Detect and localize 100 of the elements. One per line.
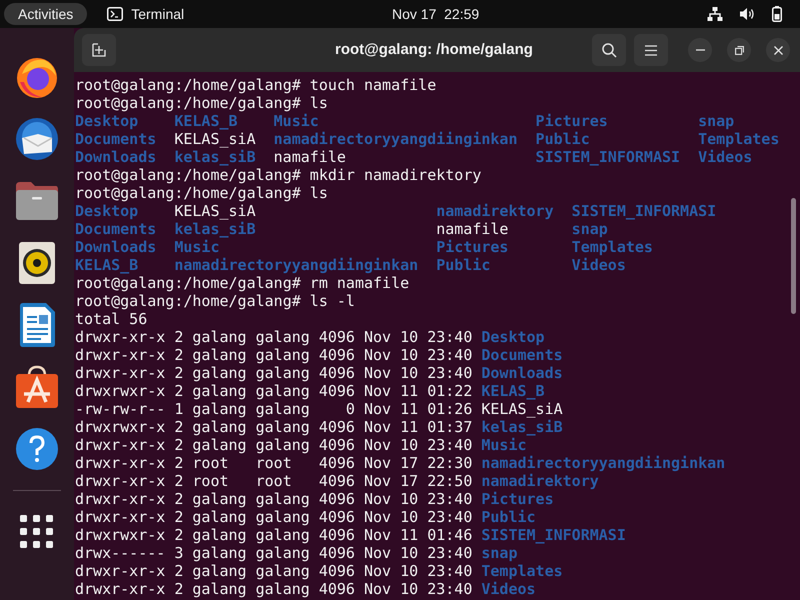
file-name: Pictures (436, 238, 508, 256)
scrollbar[interactable] (791, 198, 796, 314)
prompt-text: root@galang:/home/galang# (75, 76, 301, 94)
file-info: drwxr-xr-x 2 galang galang 4096 Nov 10 23:40 (75, 580, 472, 598)
file-name: namafile (274, 148, 346, 166)
prompt-text: root@galang:/home/galang# (75, 292, 301, 310)
prompt-text: root@galang:/home/galang# (75, 184, 301, 202)
file-name: Videos (698, 148, 752, 166)
file-name: Downloads (75, 238, 156, 256)
file-name: Public (536, 130, 590, 148)
mail-icon[interactable] (14, 116, 60, 162)
new-tab-button[interactable] (82, 34, 116, 66)
file-name: Downloads (481, 364, 563, 382)
file-info: drwxrwxr-x 2 galang galang 4096 Nov 11 01:37 (75, 418, 472, 436)
prompt-text: root@galang:/home/galang# (75, 94, 301, 112)
file-name: Videos (481, 580, 536, 598)
command-text: ls (310, 184, 328, 202)
file-info: drwxrwxr-x 2 galang galang 4096 Nov 11 01:22 (75, 382, 472, 400)
file-info: drwxr-xr-x 2 root root 4096 Nov 17 22:50 (75, 472, 472, 490)
file-info: drwxr-xr-x 2 galang galang 4096 Nov 10 23:40 (75, 490, 472, 508)
app-name: Terminal (131, 4, 184, 24)
command-text: mkdir namadirektory (310, 166, 482, 184)
file-name: KELAS_siA (174, 130, 256, 148)
menu-icon (645, 44, 657, 56)
file-name: snap (572, 220, 608, 238)
search-button[interactable] (592, 34, 626, 66)
close-icon (774, 46, 782, 54)
output-text: total 56 (75, 310, 148, 328)
file-name: Music (481, 436, 527, 454)
file-name: namadirectoryyangdiinginkan (174, 256, 418, 274)
file-name: Videos (572, 256, 626, 274)
file-name: SISTEM_INFORMASI (481, 526, 626, 544)
document-icon[interactable] (18, 302, 56, 348)
maximize-button[interactable] (727, 38, 751, 62)
file-name: Documents (481, 346, 563, 364)
minimize-icon (696, 49, 704, 51)
network-icon[interactable] (707, 7, 723, 21)
volume-icon[interactable] (740, 7, 755, 21)
file-name: SISTEM_INFORMASI (572, 202, 716, 220)
file-name: kelas_siB (174, 148, 256, 166)
file-name: Music (174, 238, 220, 256)
menu-button[interactable] (634, 34, 668, 66)
file-name: snap (698, 112, 734, 130)
file-info: drwxr-xr-x 2 galang galang 4096 Nov 10 23:40 (75, 346, 472, 364)
window-title: root@galang: /home/galang (335, 40, 533, 60)
file-name: namadirektory (481, 472, 599, 490)
file-name: kelas_siB (174, 220, 256, 238)
file-name: KELAS_B (75, 256, 138, 274)
file-name: namadirectoryyangdiinginkan (274, 130, 518, 148)
file-name: Downloads (75, 148, 156, 166)
file-name: Music (274, 112, 319, 130)
new-tab-icon (92, 43, 106, 57)
file-name: Pictures (481, 490, 554, 508)
file-info: drwxr-xr-x 2 root root 4096 Nov 17 22:30 (75, 454, 472, 472)
terminal-icon (107, 7, 124, 21)
close-button[interactable] (766, 38, 790, 62)
file-name: Pictures (536, 112, 608, 130)
restore-icon (734, 46, 744, 54)
file-name: KELAS_siA (481, 400, 563, 418)
clock[interactable]: Nov 17 22:59 (392, 4, 480, 24)
file-name: Public (436, 256, 490, 274)
file-name: Desktop (75, 112, 138, 130)
file-info: drwxr-xr-x 2 galang galang 4096 Nov 10 23:40 (75, 436, 472, 454)
file-name: Templates (572, 238, 653, 256)
file-info: drwxr-xr-x 2 galang galang 4096 Nov 10 23:40 (75, 508, 472, 526)
battery-icon[interactable] (772, 6, 782, 22)
file-name: Documents (75, 220, 156, 238)
file-name: KELAS_B (481, 382, 545, 400)
file-info: drwxrwxr-x 2 galang galang 4096 Nov 11 01:46 (75, 526, 472, 544)
command-text: touch namafile (310, 76, 436, 94)
activities-button[interactable]: Activities (4, 3, 88, 25)
file-name: namafile (436, 220, 508, 238)
file-name: Templates (481, 562, 563, 580)
shopping-bag-icon[interactable] (14, 364, 60, 410)
file-name: snap (481, 544, 518, 562)
file-info: drwxr-xr-x 2 galang galang 4096 Nov 10 23:40 (75, 328, 472, 346)
folder-icon[interactable] (14, 180, 60, 222)
file-name: KELAS_B (174, 112, 238, 130)
file-info: drwx------ 3 galang galang 4096 Nov 10 23:40 (75, 544, 472, 562)
prompt-text: root@galang:/home/galang# (75, 166, 301, 184)
help-icon[interactable] (15, 427, 59, 471)
file-name: Public (481, 508, 536, 526)
file-name: namadirectoryyangdiinginkan (481, 454, 726, 472)
command-text: ls -l (310, 292, 355, 310)
prompt-text: root@galang:/home/galang# (75, 274, 301, 292)
file-name: kelas_siB (481, 418, 563, 436)
file-name: Desktop (75, 202, 138, 220)
app-grid-icon[interactable] (20, 515, 54, 549)
file-info: -rw-rw-r-- 1 galang galang 0 Nov 11 01:26 (75, 400, 472, 418)
file-name: KELAS_siA (174, 202, 256, 220)
speaker-icon[interactable] (18, 241, 56, 285)
file-name: Desktop (481, 328, 545, 346)
file-name: Templates (698, 130, 780, 148)
file-name: SISTEM_INFORMASI (536, 148, 680, 166)
command-text: rm namafile (310, 274, 410, 292)
command-text: ls (310, 94, 328, 112)
file-info: drwxr-xr-x 2 galang galang 4096 Nov 10 23:40 (75, 562, 472, 580)
file-name: Documents (75, 130, 156, 148)
search-icon (602, 42, 616, 58)
file-name: namadirektory (436, 202, 554, 220)
